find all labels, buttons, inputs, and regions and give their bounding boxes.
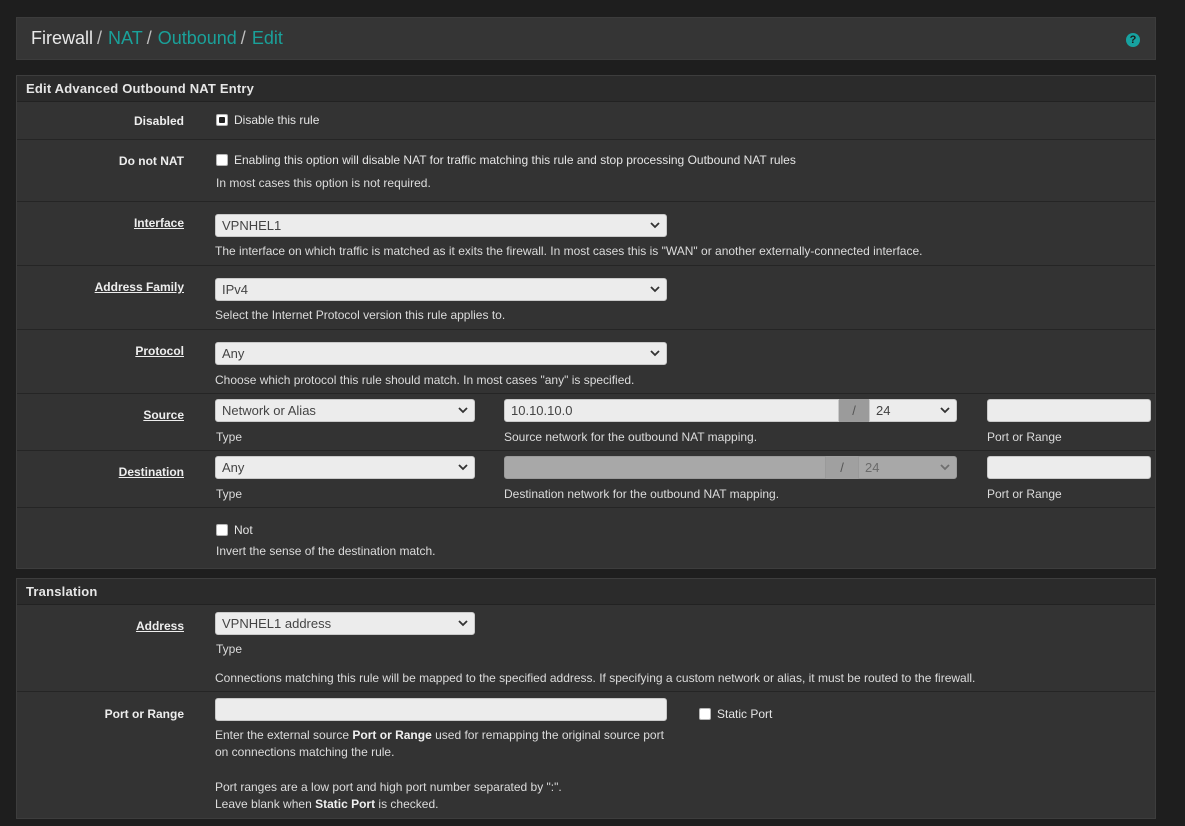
breadcrumb-separator: / — [97, 28, 103, 48]
chevron-down-icon — [458, 464, 468, 471]
static-port-field: Static Port — [699, 706, 772, 721]
source-type-select[interactable]: Network or Alias — [215, 399, 475, 422]
static-port-checkbox[interactable] — [699, 707, 711, 720]
help-text: Leave blank when — [215, 797, 316, 811]
translation-panel: Translation Address VPNHEL1 address Type… — [16, 578, 1156, 819]
source-port-help: Port or Range — [987, 430, 1062, 444]
source-port-input[interactable] — [987, 399, 1151, 422]
not-field: Not — [216, 522, 253, 537]
row-source: Source Network or Alias Type 10.10.10.0 … — [17, 394, 1155, 451]
chevron-down-icon — [458, 620, 468, 627]
port-range-label: Port or Range — [104, 707, 184, 721]
do-not-nat-checkbox[interactable] — [216, 153, 228, 166]
help-text: used for remapping the original source p… — [431, 728, 664, 742]
row-interface: Interface VPNHEL1 The interface on which… — [17, 202, 1155, 266]
do-not-nat-help: In most cases this option is not require… — [216, 176, 431, 190]
breadcrumb-edit[interactable]: Edit — [252, 28, 283, 48]
source-network-input[interactable]: 10.10.10.0 — [504, 399, 839, 422]
source-type-value: Network or Alias — [222, 403, 316, 418]
address-family-value: IPv4 — [222, 282, 249, 297]
help-text: Enter the external source — [215, 728, 353, 742]
panel-heading: Edit Advanced Outbound NAT Entry — [17, 76, 1155, 102]
address-value: VPNHEL1 address — [222, 616, 332, 631]
destination-type-value: Any — [222, 460, 245, 475]
panel-heading: Translation — [17, 579, 1155, 605]
destination-network-input[interactable] — [504, 456, 826, 479]
destination-label: Destination — [118, 465, 184, 479]
breadcrumb: Firewall / NAT / Outbound / Edit — [31, 28, 283, 49]
source-mask-value: 24 — [876, 403, 891, 418]
breadcrumb-separator: / — [146, 28, 152, 48]
destination-mask-value: 24 — [865, 460, 880, 475]
protocol-select[interactable]: Any — [215, 342, 667, 365]
protocol-label: Protocol — [135, 344, 184, 358]
source-label: Source — [143, 408, 184, 422]
not-text: Not — [234, 522, 253, 537]
help-icon[interactable]: ? — [1126, 33, 1140, 47]
row-address-family: Address Family IPv4 Select the Internet … — [17, 266, 1155, 330]
row-destination: Destination Any Type / 24 Destination ne… — [17, 451, 1155, 508]
source-slash-addon: / — [839, 399, 869, 422]
interface-label: Interface — [133, 216, 184, 230]
help-bold: Port or Range — [352, 728, 432, 742]
chevron-down-icon — [650, 286, 660, 293]
destination-type-select[interactable]: Any — [215, 456, 475, 479]
breadcrumb-nat[interactable]: NAT — [108, 28, 143, 48]
breadcrumb-separator: / — [240, 28, 246, 48]
disable-rule-text: Disable this rule — [234, 112, 320, 127]
disable-rule-checkbox[interactable] — [216, 113, 228, 126]
port-range-input[interactable] — [215, 698, 667, 721]
address-type-help: Type — [216, 642, 243, 656]
help-bold: Static Port — [315, 797, 376, 811]
chevron-down-icon — [940, 464, 950, 471]
breadcrumb-outbound[interactable]: Outbound — [158, 28, 237, 48]
do-not-nat-field: Enabling this option will disable NAT fo… — [216, 152, 796, 167]
destination-port-input[interactable] — [987, 456, 1151, 479]
protocol-value: Any — [222, 346, 245, 361]
address-family-label: Address Family — [94, 280, 184, 294]
row-disabled: Disabled Disable this rule — [17, 102, 1155, 140]
do-not-nat-label: Do not NAT — [118, 154, 184, 168]
destination-port-help: Port or Range — [987, 487, 1062, 501]
address-select[interactable]: VPNHEL1 address — [215, 612, 475, 635]
destination-type-help: Type — [216, 487, 243, 501]
destination-mask-select[interactable]: 24 — [858, 456, 957, 479]
chevron-down-icon — [650, 222, 660, 229]
help-text: is checked. — [375, 797, 439, 811]
not-help: Invert the sense of the destination matc… — [216, 544, 436, 558]
chevron-down-icon — [650, 350, 660, 357]
row-protocol: Protocol Any Choose which protocol this … — [17, 330, 1155, 394]
row-do-not-nat: Do not NAT Enabling this option will dis… — [17, 140, 1155, 202]
do-not-nat-text: Enabling this option will disable NAT fo… — [234, 152, 796, 167]
interface-value: VPNHEL1 — [222, 218, 282, 233]
source-mask-select[interactable]: 24 — [869, 399, 957, 422]
source-network-help: Source network for the outbound NAT mapp… — [504, 430, 758, 444]
row-not: Not Invert the sense of the destination … — [17, 508, 1155, 568]
chevron-down-icon — [458, 407, 468, 414]
address-label: Address — [135, 619, 184, 633]
port-range-help-line4: Leave blank when Static Port is checked. — [215, 797, 438, 811]
port-range-help-line2: on connections matching the rule. — [215, 745, 395, 759]
source-type-help: Type — [216, 430, 243, 444]
static-port-text: Static Port — [717, 706, 773, 721]
interface-help: The interface on which traffic is matche… — [215, 244, 923, 258]
not-checkbox[interactable] — [216, 523, 228, 536]
breadcrumb-bar: Firewall / NAT / Outbound / Edit ? — [16, 17, 1156, 60]
disabled-label: Disabled — [133, 114, 184, 128]
port-range-help-line1: Enter the external source Port or Range … — [215, 728, 664, 742]
address-family-select[interactable]: IPv4 — [215, 278, 667, 301]
row-port-range: Port or Range Static Port Enter the exte… — [17, 692, 1155, 818]
row-address: Address VPNHEL1 address Type Connections… — [17, 605, 1155, 692]
interface-select[interactable]: VPNHEL1 — [215, 214, 667, 237]
destination-network-help: Destination network for the outbound NAT… — [504, 487, 780, 501]
address-help: Connections matching this rule will be m… — [215, 671, 976, 685]
port-range-help-line3: Port ranges are a low port and high port… — [215, 780, 562, 794]
address-family-help: Select the Internet Protocol version thi… — [215, 308, 506, 322]
edit-outbound-nat-panel: Edit Advanced Outbound NAT Entry Disable… — [16, 75, 1156, 569]
protocol-help: Choose which protocol this rule should m… — [215, 373, 635, 387]
chevron-down-icon — [940, 407, 950, 414]
breadcrumb-firewall[interactable]: Firewall — [31, 28, 93, 48]
disabled-field: Disable this rule — [216, 112, 319, 127]
destination-slash-addon: / — [826, 456, 858, 479]
